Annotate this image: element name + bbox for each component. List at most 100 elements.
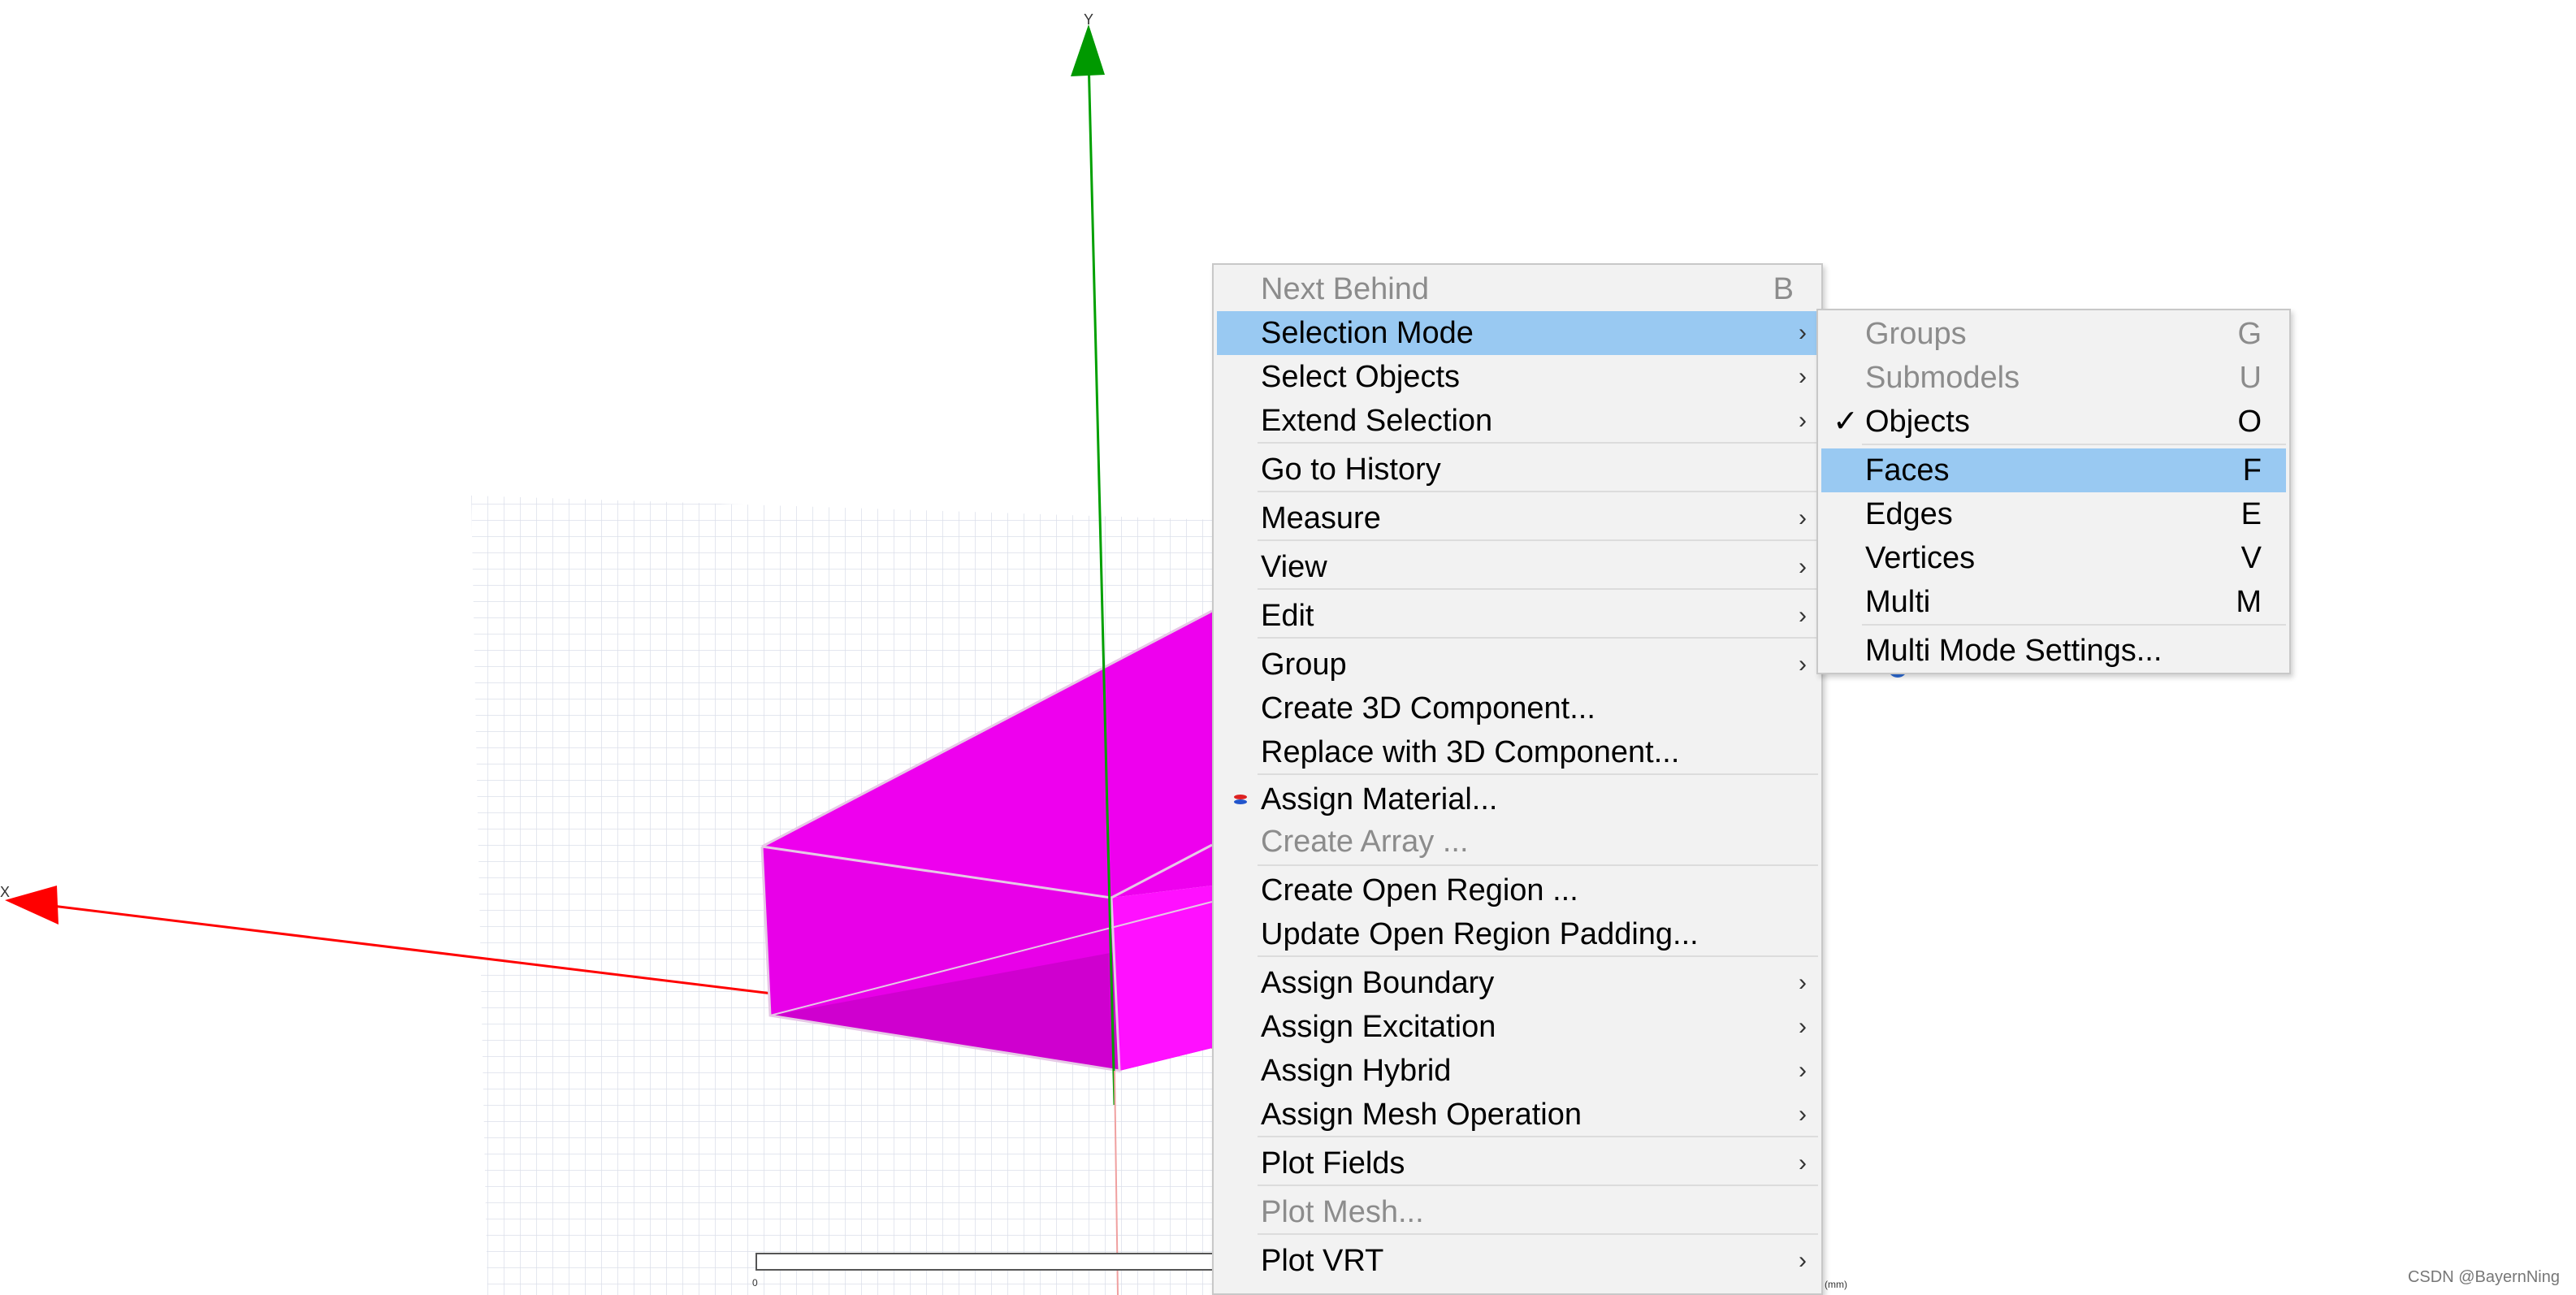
shortcut-key: V: [2240, 541, 2262, 575]
menu-item-label: Objects: [1865, 405, 1970, 439]
shortcut-key: M: [2236, 585, 2262, 619]
chevron-right-icon: ›: [1799, 363, 1807, 390]
menu-item-label: Plot VRT: [1261, 1244, 1384, 1278]
watermark: CSDN @BayernNing: [2407, 1268, 2560, 1286]
context-menu-item-assign-mesh-operation[interactable]: Assign Mesh Operation ›: [1217, 1093, 1818, 1137]
context-menu-item-create-array[interactable]: Create Array ...: [1217, 820, 1818, 864]
chevron-right-icon: ›: [1799, 553, 1807, 580]
context-menu-item-select-objects[interactable]: Select Objects ›: [1217, 355, 1818, 399]
selection-submenu-item-multi-mode-settings[interactable]: Multi Mode Settings...: [1821, 629, 2286, 673]
context-menu-item-create-open-region[interactable]: Create Open Region ...: [1217, 868, 1818, 912]
context-menu-item-update-open-region-padding[interactable]: Update Open Region Padding...: [1217, 912, 1818, 956]
menu-item-label: Extend Selection: [1261, 404, 1493, 438]
menu-item-label: Assign Boundary: [1261, 966, 1495, 1000]
menu-item-label: Replace with 3D Component...: [1261, 735, 1680, 769]
chevron-right-icon: ›: [1799, 505, 1807, 531]
context-menu-item-extend-selection[interactable]: Extend Selection ›: [1217, 399, 1818, 443]
menu-separator: [1258, 955, 1818, 957]
menu-item-label: Group: [1261, 648, 1347, 682]
scale-bar: [755, 1253, 1215, 1271]
menu-separator: [1258, 539, 1818, 541]
menu-separator: [1258, 864, 1818, 866]
context-menu-item-plot-vrt[interactable]: Plot VRT ›: [1217, 1239, 1818, 1283]
menu-separator: [1862, 444, 2286, 445]
menu-item-label: Assign Excitation: [1261, 1010, 1496, 1044]
material-icon: [1234, 795, 1247, 804]
context-menu-item-assign-boundary[interactable]: Assign Boundary ›: [1217, 961, 1818, 1005]
menu-separator: [1258, 637, 1818, 639]
x-axis-arrowhead: [5, 886, 58, 925]
context-menu-item-replace-with-3d-component[interactable]: Replace with 3D Component...: [1217, 730, 1818, 774]
context-menu-item-create-3d-component[interactable]: Create 3D Component...: [1217, 686, 1818, 730]
context-menu-item-group[interactable]: Group ›: [1217, 643, 1818, 686]
menu-item-label: Next Behind: [1261, 272, 1430, 306]
selection-submenu-item-multi[interactable]: Multi M: [1821, 580, 2286, 624]
shortcut-key: G: [2237, 317, 2262, 351]
chevron-right-icon: ›: [1799, 1150, 1807, 1176]
shortcut-key: O: [2237, 405, 2262, 439]
menu-item-label: Multi: [1865, 585, 1931, 619]
menu-separator: [1258, 1185, 1818, 1186]
menu-separator: [1862, 624, 2286, 626]
chevron-right-icon: ›: [1799, 1101, 1807, 1128]
menu-item-label: Measure: [1261, 501, 1381, 535]
menu-item-label: View: [1261, 550, 1327, 584]
chevron-right-icon: ›: [1799, 1057, 1807, 1084]
context-menu-item-view[interactable]: View ›: [1217, 545, 1818, 589]
menu-separator: [1258, 1233, 1818, 1235]
context-menu-item-assign-material[interactable]: Assign Material...: [1217, 777, 1818, 821]
menu-item-label: Assign Hybrid: [1261, 1054, 1452, 1088]
shortcut-key: F: [2242, 453, 2262, 487]
menu-separator: [1258, 1136, 1818, 1137]
chevron-right-icon: ›: [1799, 1013, 1807, 1040]
context-menu: Next Behind B Selection Mode › Select Object…: [1212, 263, 1823, 1295]
selection-submenu-item-vertices[interactable]: Vertices V: [1821, 536, 2286, 580]
shortcut-key: B: [1773, 272, 1794, 306]
scale-start-label: 0: [752, 1277, 758, 1289]
selection-submenu-item-groups[interactable]: Groups G: [1821, 312, 2286, 356]
menu-item-label: Faces: [1865, 453, 1950, 487]
menu-item-label: Plot Mesh...: [1261, 1195, 1424, 1229]
context-menu-item-plot-fields[interactable]: Plot Fields ›: [1217, 1141, 1818, 1185]
selection-submenu-item-objects[interactable]: ✓ Objects O: [1821, 400, 2286, 444]
chevron-right-icon: ›: [1799, 1247, 1807, 1274]
menu-item-label: Edit: [1261, 599, 1314, 633]
menu-separator: [1258, 442, 1818, 444]
context-menu-item-measure[interactable]: Measure ›: [1217, 496, 1818, 540]
context-menu-item-selection-mode[interactable]: Selection Mode ›: [1217, 311, 1818, 355]
menu-item-label: Groups: [1865, 317, 1967, 351]
selection-submenu-item-submodels[interactable]: Submodels U: [1821, 356, 2286, 400]
context-menu-item-assign-excitation[interactable]: Assign Excitation ›: [1217, 1005, 1818, 1049]
menu-item-label: Multi Mode Settings...: [1865, 634, 2163, 668]
context-menu-item-next-behind[interactable]: Next Behind B: [1217, 267, 1818, 311]
selection-submenu-item-edges[interactable]: Edges E: [1821, 492, 2286, 536]
shortcut-key: U: [2239, 361, 2262, 395]
context-menu-item-assign-hybrid[interactable]: Assign Hybrid ›: [1217, 1049, 1818, 1093]
menu-separator: [1258, 491, 1818, 492]
menu-item-label: Plot Fields: [1261, 1146, 1405, 1180]
chevron-right-icon: ›: [1799, 602, 1807, 629]
menu-item-label: Vertices: [1865, 541, 1976, 575]
checkmark-icon: ✓: [1833, 405, 1859, 439]
menu-item-label: Selection Mode: [1261, 316, 1474, 350]
menu-item-label: Go to History: [1261, 453, 1441, 487]
context-menu-item-edit[interactable]: Edit ›: [1217, 594, 1818, 638]
x-axis-label: X: [0, 884, 10, 900]
selection-submenu-item-faces[interactable]: Faces F: [1821, 448, 2286, 492]
menu-item-label: Assign Material...: [1261, 782, 1498, 816]
menu-item-label: Update Open Region Padding...: [1261, 917, 1699, 951]
chevron-right-icon: ›: [1799, 319, 1807, 346]
chevron-right-icon: ›: [1799, 969, 1807, 996]
menu-separator: [1258, 588, 1818, 590]
menu-item-label: Edges: [1865, 497, 1953, 531]
y-axis-label: Y: [1084, 11, 1093, 28]
context-menu-item-go-to-history[interactable]: Go to History: [1217, 448, 1818, 492]
menu-item-label: Create Array ...: [1261, 825, 1469, 859]
context-menu-item-plot-mesh[interactable]: Plot Mesh...: [1217, 1190, 1818, 1234]
chevron-right-icon: ›: [1799, 651, 1807, 678]
menu-item-label: Create Open Region ...: [1261, 873, 1578, 907]
menu-separator: [1258, 773, 1818, 775]
chevron-right-icon: ›: [1799, 407, 1807, 434]
menu-item-label: Submodels: [1865, 361, 2020, 395]
menu-item-label: Select Objects: [1261, 360, 1460, 394]
